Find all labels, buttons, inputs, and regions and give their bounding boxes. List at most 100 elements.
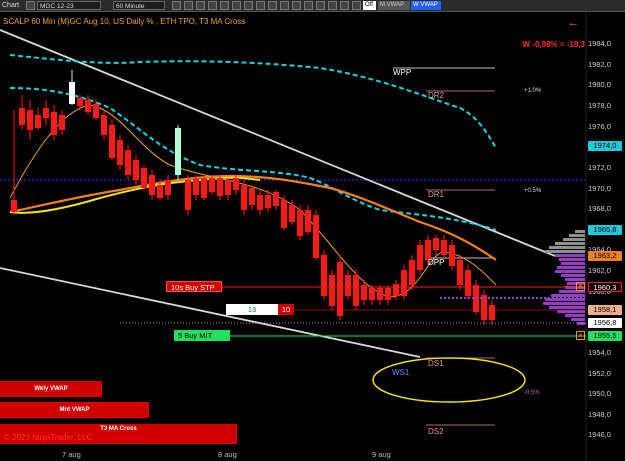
candle-body <box>117 140 123 165</box>
tpo-row <box>543 302 585 305</box>
candle-body <box>321 255 327 296</box>
vwap-mid-band <box>9 87 497 231</box>
chart-trader-button[interactable] <box>256 1 265 10</box>
price-tick-label: 1970,0 <box>588 184 611 193</box>
zoom-out-button[interactable] <box>184 1 193 10</box>
candle-body <box>35 115 41 128</box>
position-count[interactable]: 10 <box>278 304 294 315</box>
candle-body <box>157 185 163 198</box>
buy-mit-order[interactable]: 5 Buy MIT <box>174 330 230 341</box>
tpo-row <box>555 242 585 245</box>
cancel-mit-icon[interactable]: × <box>576 331 585 340</box>
candle-body <box>409 260 415 285</box>
chart-style-button[interactable] <box>26 1 35 10</box>
copyright-text: © 2023 NinjaTrader, LLC <box>4 433 93 442</box>
candle-body <box>225 180 231 195</box>
candle-body <box>265 195 271 208</box>
ma-orange-price-badge: 1963,2 <box>588 251 622 261</box>
candle-body <box>241 185 247 210</box>
m-vwap-toggle[interactable]: M VWAP <box>378 1 410 10</box>
candle-body <box>297 210 303 236</box>
weekly-vwap-bar: Wkly VWAP <box>0 381 102 397</box>
candle-body <box>353 275 359 306</box>
candle-body <box>165 180 171 195</box>
app-label: Chart <box>2 2 20 9</box>
candle-body <box>149 175 155 195</box>
tpo-row <box>565 314 585 317</box>
alerts-button[interactable] <box>316 1 325 10</box>
candle-body <box>133 160 139 180</box>
strategies-button[interactable] <box>220 1 229 10</box>
candle-body <box>385 288 391 300</box>
instrument-selector[interactable]: MGC 12-23 <box>37 1 101 10</box>
properties-button[interactable] <box>244 1 253 10</box>
tpo-row <box>563 238 585 241</box>
crosshair-button[interactable] <box>280 1 289 10</box>
price-tick-label: 1946,0 <box>588 430 611 439</box>
candle-body <box>77 98 83 106</box>
candle-body <box>273 192 279 206</box>
candle-body <box>109 125 115 158</box>
candle-body <box>313 215 319 258</box>
price-tick-label: 1976,0 <box>588 122 611 131</box>
layout-button[interactable] <box>340 1 349 10</box>
tpo-row <box>545 250 585 253</box>
templates-button[interactable] <box>232 1 241 10</box>
lock-button[interactable] <box>328 1 337 10</box>
data-box-button[interactable] <box>268 1 277 10</box>
vwap-upper-price-badge: 1974,0 <box>588 141 622 151</box>
candle-body <box>329 275 335 306</box>
tpo-row <box>565 278 585 281</box>
tpo-row <box>557 310 585 313</box>
candle-body <box>11 200 17 212</box>
pct-plus-05: +0.5% <box>524 188 542 194</box>
candle-body <box>101 115 107 135</box>
share-button[interactable] <box>304 1 313 10</box>
tpo-row <box>577 322 585 325</box>
dpp-label: DPP <box>428 258 445 267</box>
chart-toolbar: Chart MGC 12-23 60 Minute Off M VWAP W V… <box>0 0 625 12</box>
price-tick-label: 1948,0 <box>588 410 611 419</box>
tpo-row <box>557 266 585 269</box>
candle-body <box>441 240 447 255</box>
price-tick-label: 1952,0 <box>588 369 611 378</box>
tpo-row <box>555 254 585 257</box>
draw-tools-button[interactable] <box>196 1 205 10</box>
candle-body <box>51 112 57 135</box>
zoom-in-button[interactable] <box>172 1 181 10</box>
buy-stop-order[interactable]: 10s Buy STP <box>166 281 222 292</box>
tpo-row <box>551 294 585 297</box>
vwap-off-toggle[interactable]: Off <box>363 1 376 10</box>
position-quantity[interactable]: 13 <box>226 304 278 315</box>
interval-selector[interactable]: 60 Minute <box>113 1 165 10</box>
price-tick-label: 1954,0 <box>588 348 611 357</box>
candle-body <box>209 178 215 192</box>
last-low-price-badge: 1956,8 <box>588 318 622 328</box>
price-tick-label: 1978,0 <box>588 101 611 110</box>
ws1-label: WS1 <box>392 368 410 377</box>
cancel-stop-icon[interactable]: × <box>576 282 585 291</box>
candle-body <box>281 200 287 228</box>
indicators-button[interactable] <box>208 1 217 10</box>
price-tick-label: 1972,0 <box>588 163 611 172</box>
candle-body <box>257 195 263 210</box>
mit-price-badge: 1955,5 <box>588 331 622 341</box>
price-tick-label: 1950,0 <box>588 389 611 398</box>
window-button[interactable] <box>352 1 361 10</box>
candle-body <box>425 240 431 260</box>
stop-price-badge: 1960,3 <box>588 282 622 292</box>
w-vwap-toggle[interactable]: W VWAP <box>411 1 441 10</box>
tpo-row <box>569 234 585 237</box>
back-arrow-icon[interactable]: ← <box>568 17 579 29</box>
dr2-label: DR2 <box>428 91 445 100</box>
candle-body <box>185 180 191 210</box>
candle-body <box>141 168 147 188</box>
candle-body <box>345 275 351 296</box>
weekly-change-label: W -0,98% = -19,3 <box>522 40 585 49</box>
candle-body <box>369 288 375 300</box>
candle-body <box>289 205 295 222</box>
candle-body <box>175 128 181 175</box>
candle-body <box>233 178 239 190</box>
snapshot-button[interactable] <box>292 1 301 10</box>
dr1-label: DR1 <box>428 190 445 199</box>
